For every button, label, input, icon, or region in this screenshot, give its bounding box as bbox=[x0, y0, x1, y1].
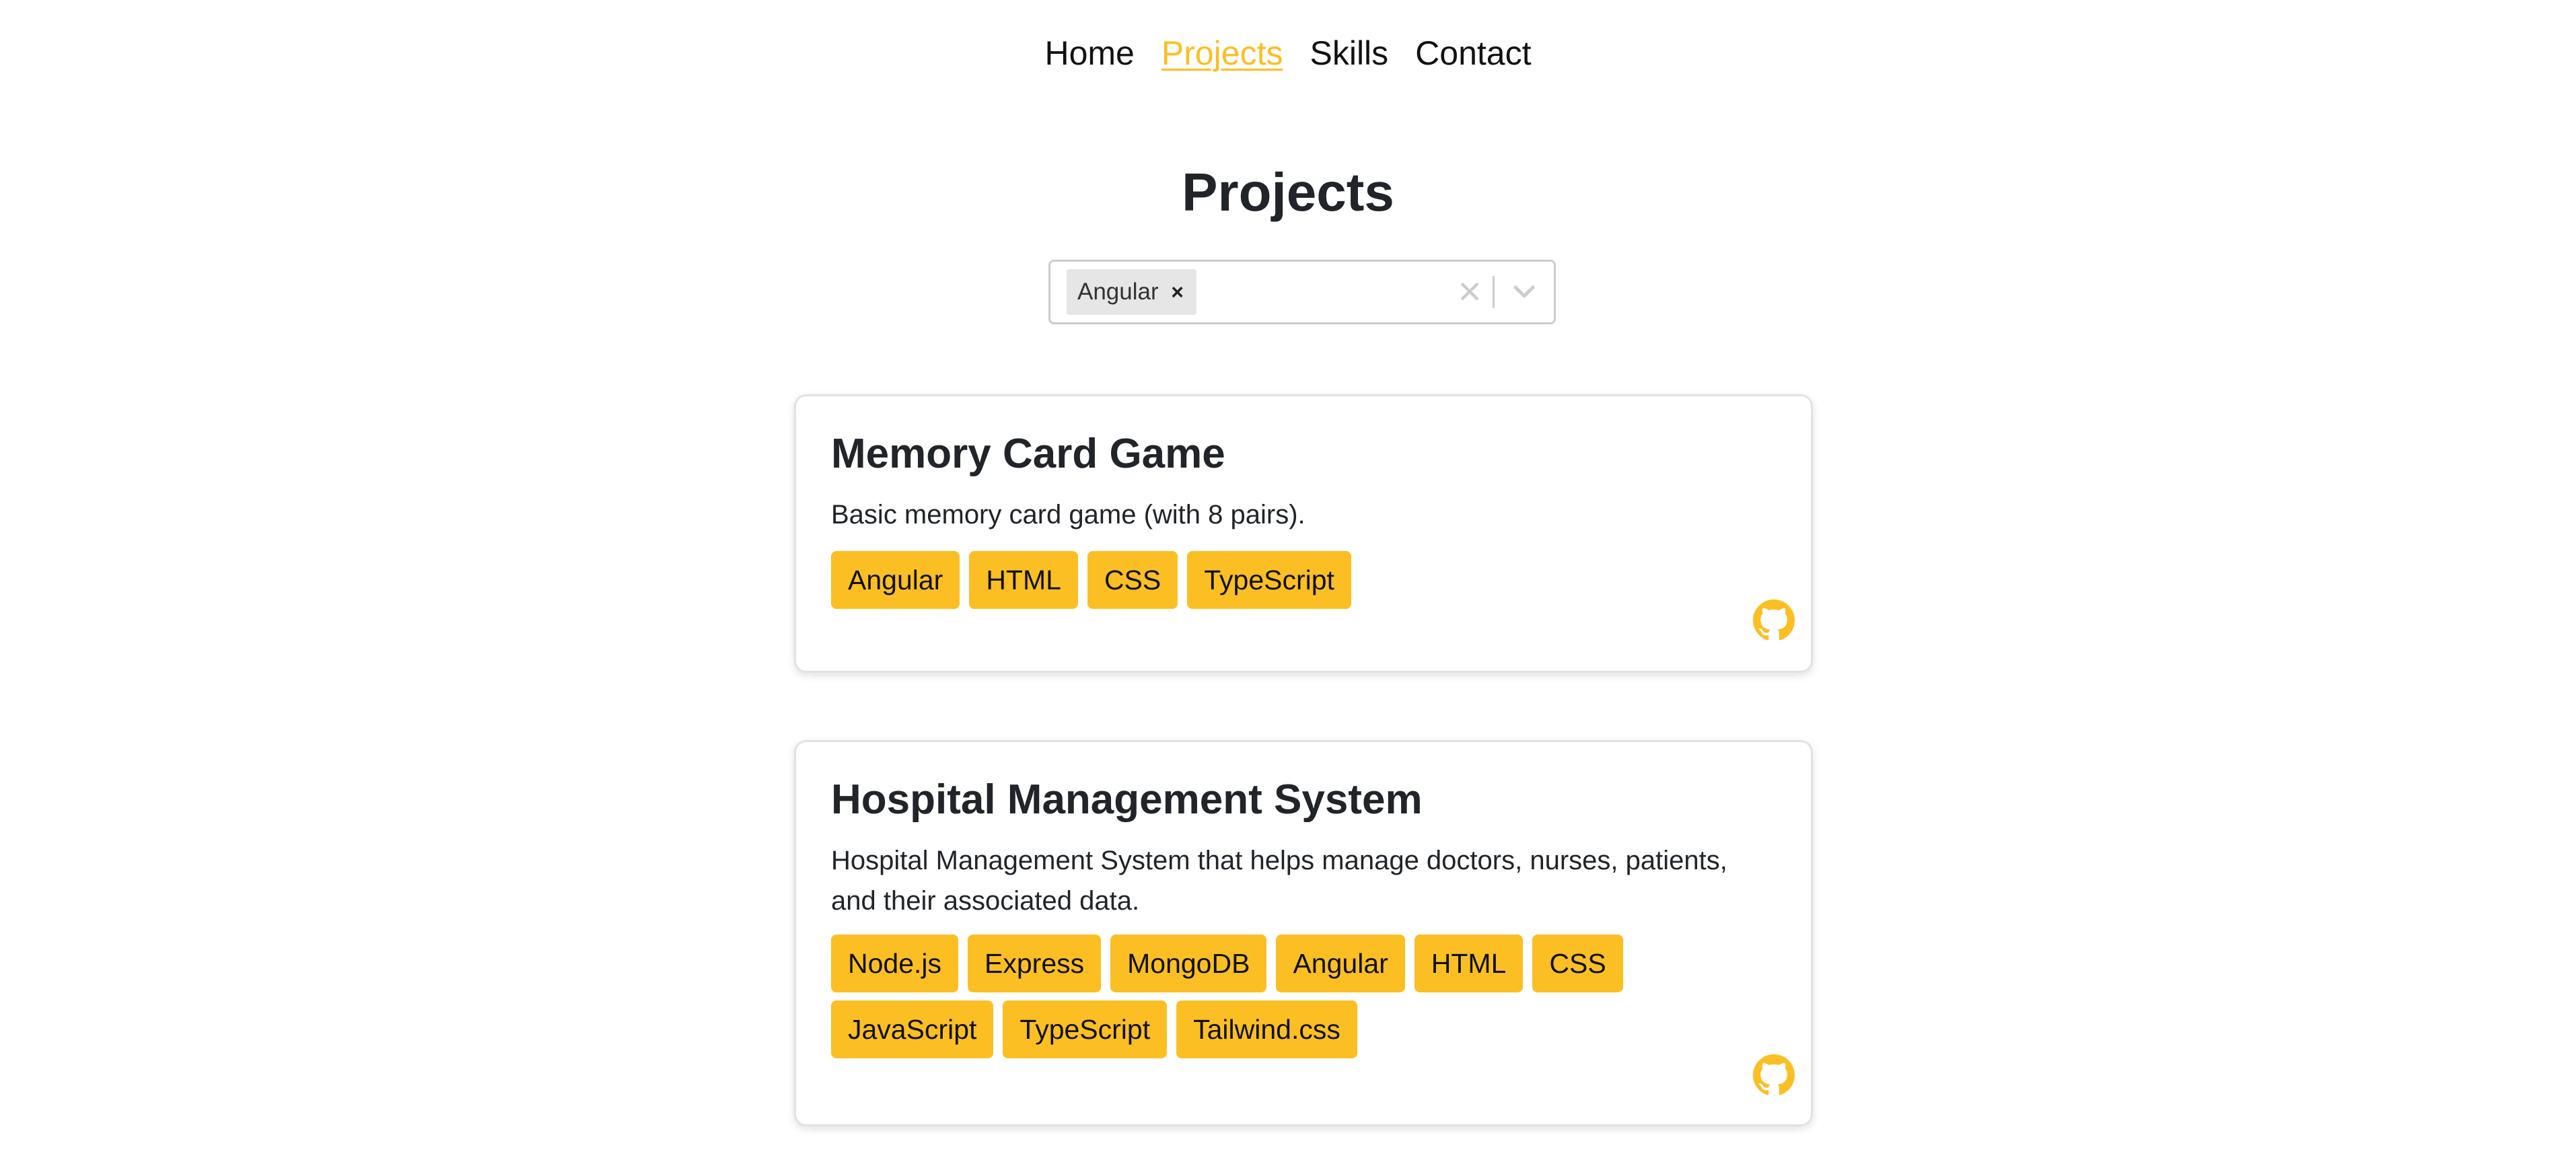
nav-skills-link[interactable]: Skills bbox=[1310, 30, 1388, 77]
tech-tag: MongoDB bbox=[1110, 935, 1267, 992]
chip-remove-icon[interactable]: × bbox=[1159, 269, 1196, 315]
filter-chip-label: Angular bbox=[1077, 279, 1159, 305]
tech-tag: Angular bbox=[1276, 935, 1405, 992]
filter-chip-angular: Angular × bbox=[1067, 269, 1196, 315]
project-tags: Angular HTML CSS TypeScript bbox=[831, 551, 1776, 609]
page-title: Projects bbox=[1182, 162, 1394, 222]
nav-contact-link[interactable]: Contact bbox=[1415, 30, 1531, 77]
tech-tag: TypeScript bbox=[1003, 1000, 1168, 1058]
tech-tag: JavaScript bbox=[831, 1000, 994, 1058]
tech-tag: CSS bbox=[1532, 935, 1623, 992]
tech-tag: Tailwind.css bbox=[1176, 1000, 1357, 1058]
selected-values: Angular × bbox=[1050, 269, 1447, 315]
project-title: Hospital Management System bbox=[831, 776, 1423, 823]
project-card: Hospital Management System Hospital Mana… bbox=[794, 740, 1813, 1126]
tech-tag: Express bbox=[968, 935, 1102, 992]
tech-tag: HTML bbox=[1414, 935, 1524, 992]
chevron-down-icon[interactable] bbox=[1495, 260, 1554, 324]
tech-tag: HTML bbox=[969, 551, 1078, 609]
project-title: Memory Card Game bbox=[831, 431, 1225, 477]
tech-filter-select[interactable]: Angular × ✕ bbox=[1048, 260, 1556, 324]
top-nav: Home Projects Skills Contact bbox=[0, 30, 2576, 77]
clear-icon[interactable]: ✕ bbox=[1447, 260, 1493, 324]
tech-tag: Node.js bbox=[831, 935, 959, 992]
project-tags: Node.js Express MongoDB Angular HTML CSS… bbox=[831, 935, 1776, 1058]
tech-tag: CSS bbox=[1087, 551, 1178, 609]
project-card: Memory Card Game Basic memory card game … bbox=[794, 394, 1813, 673]
nav-projects-link[interactable]: Projects bbox=[1161, 30, 1283, 77]
tech-tag: Angular bbox=[831, 551, 960, 609]
tech-tag: TypeScript bbox=[1187, 551, 1351, 609]
nav-home-link[interactable]: Home bbox=[1044, 30, 1134, 77]
github-icon[interactable] bbox=[1753, 599, 1795, 641]
project-description: Basic memory card game (with 8 pairs). bbox=[831, 500, 1305, 530]
project-description: Hospital Management System that helps ma… bbox=[831, 846, 1727, 916]
github-icon[interactable] bbox=[1753, 1054, 1795, 1096]
